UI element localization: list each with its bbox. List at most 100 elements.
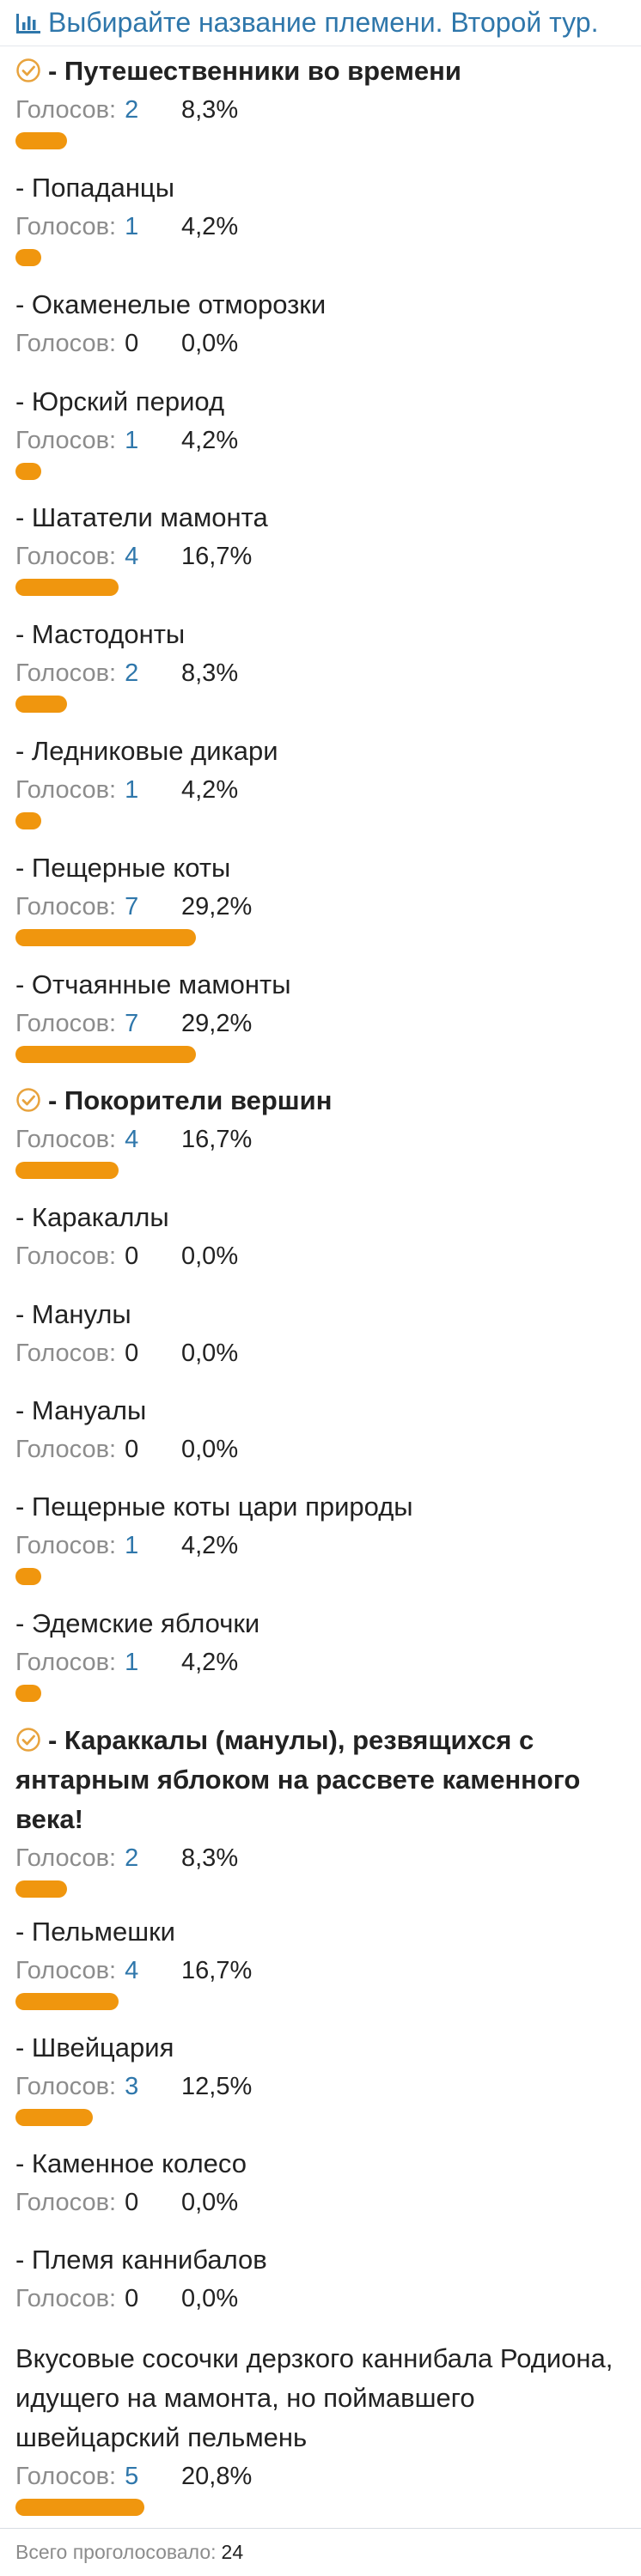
- votes-percent: 0,0%: [181, 1242, 239, 1270]
- votes-percent: 16,7%: [181, 543, 253, 570]
- votes-count: 0: [125, 1340, 139, 1367]
- option-stats: Голосов: 4 16,7%: [15, 1122, 252, 1157]
- option-title: - Племя каннибалов: [15, 2240, 626, 2280]
- option-title-text: - Каменное колесо: [15, 2148, 247, 2178]
- votes-label: Голосов:: [15, 96, 117, 124]
- votes-count[interactable]: 1: [125, 776, 138, 804]
- option-title-text: - Мануалы: [15, 1395, 147, 1425]
- option-title-text: - Эдемские яблочки: [15, 1608, 260, 1638]
- votes-count[interactable]: 4: [125, 1957, 138, 1984]
- votes-count[interactable]: 1: [125, 1532, 138, 1559]
- option-title-text: - Пещерные коты: [15, 853, 231, 883]
- option-title: Вкусовые сосочки дерзкого каннибала Роди…: [15, 2339, 626, 2458]
- option-title: - Пещерные коты: [15, 848, 626, 888]
- votes-label: Голосов:: [15, 1649, 117, 1676]
- votes-count[interactable]: 1: [125, 213, 138, 240]
- option-title-text: - Шататели мамонта: [15, 502, 268, 532]
- option-progress-bar: [15, 463, 41, 480]
- option-progress-bar: [15, 132, 67, 149]
- option-progress-bar: [15, 1568, 41, 1585]
- check-circle-icon: [15, 1724, 41, 1752]
- votes-count[interactable]: 2: [125, 1844, 138, 1872]
- option-stats: Голосов: 3 12,5%: [15, 2069, 252, 2104]
- votes-count: 0: [125, 2285, 139, 2312]
- votes-count: 0: [125, 2189, 139, 2216]
- poll-header[interactable]: Выбирайте название племени. Второй тур.: [0, 0, 641, 46]
- votes-label: Голосов:: [15, 1844, 117, 1872]
- option-stats: Голосов: 4 16,7%: [15, 1953, 252, 1988]
- option-title: - Окаменелые отморозки: [15, 285, 626, 325]
- votes-count[interactable]: 7: [125, 893, 138, 920]
- option-title-text: - Попаданцы: [15, 173, 174, 203]
- votes-label: Голосов:: [15, 2073, 117, 2100]
- votes-percent: 29,2%: [181, 893, 253, 920]
- option-stats: Голосов: 5 20,8%: [15, 2459, 252, 2494]
- votes-count[interactable]: 2: [125, 96, 138, 124]
- option-title-text: - Отчаянные мамонты: [15, 969, 291, 999]
- votes-percent: 16,7%: [181, 1126, 253, 1153]
- option-progress-bar: [15, 249, 41, 266]
- votes-count[interactable]: 1: [125, 427, 138, 454]
- option-progress-bar: [15, 696, 67, 713]
- option-progress-bar: [15, 579, 119, 596]
- votes-percent: 12,5%: [181, 2073, 253, 2100]
- votes-count[interactable]: 4: [125, 543, 138, 570]
- votes-percent: 0,0%: [181, 330, 239, 357]
- option-stats: Голосов: 0 0,0%: [15, 326, 238, 361]
- option-title: - Мастодонты: [15, 615, 626, 654]
- votes-percent: 4,2%: [181, 1649, 239, 1676]
- votes-percent: 0,0%: [181, 2189, 239, 2216]
- option-progress-bar: [15, 2109, 93, 2126]
- votes-label: Голосов:: [15, 2463, 117, 2490]
- votes-label: Голосов:: [15, 1340, 117, 1367]
- option-title: - Попаданцы: [15, 168, 626, 208]
- votes-percent: 29,2%: [181, 1010, 253, 1037]
- option-progress-bar: [15, 1685, 41, 1702]
- votes-percent: 8,3%: [181, 1844, 239, 1872]
- option-title-text: Вкусовые сосочки дерзкого каннибала Роди…: [15, 2343, 614, 2452]
- votes-percent: 16,7%: [181, 1957, 253, 1984]
- option-title-text: - Пельмешки: [15, 1917, 175, 1947]
- option-progress-bar: [15, 1993, 119, 2010]
- option-title-text: - Путешественники во времени: [48, 56, 461, 86]
- option-stats: Голосов: 2 8,3%: [15, 93, 238, 127]
- option-title-text: - Караккалы (манулы), резвящихся с янтар…: [15, 1725, 581, 1834]
- option-stats: Голосов: 0 0,0%: [15, 2185, 238, 2220]
- option-progress-bar: [15, 929, 196, 946]
- votes-count[interactable]: 3: [125, 2073, 138, 2100]
- votes-count[interactable]: 7: [125, 1010, 138, 1037]
- option-stats: Голосов: 1 4,2%: [15, 210, 238, 244]
- votes-label: Голосов:: [15, 330, 117, 357]
- votes-label: Голосов:: [15, 1126, 117, 1153]
- votes-label: Голосов:: [15, 1532, 117, 1559]
- option-title: - Юрский период: [15, 382, 626, 422]
- option-progress-bar: [15, 812, 41, 829]
- votes-label: Голосов:: [15, 893, 117, 920]
- votes-count[interactable]: 5: [125, 2463, 138, 2490]
- votes-percent: 4,2%: [181, 776, 239, 804]
- option-title-text: - Юрский период: [15, 386, 225, 416]
- votes-label: Голосов:: [15, 2189, 117, 2216]
- votes-label: Голосов:: [15, 1242, 117, 1270]
- option-stats: Голосов: 1 4,2%: [15, 1528, 238, 1563]
- votes-count[interactable]: 1: [125, 1649, 138, 1676]
- votes-percent: 20,8%: [181, 2463, 253, 2490]
- total-votes-label: Всего проголосовало:: [15, 2541, 217, 2563]
- option-title-text: - Окаменелые отморозки: [15, 289, 327, 319]
- votes-percent: 4,2%: [181, 213, 239, 240]
- option-progress-bar: [15, 1046, 196, 1063]
- option-stats: Голосов: 4 16,7%: [15, 539, 252, 574]
- votes-count: 0: [125, 1436, 139, 1463]
- poll-footer: Всего проголосовало: 24: [0, 2528, 641, 2576]
- option-title-text: - Пещерные коты цари природы: [15, 1492, 413, 1522]
- option-stats: Голосов: 1 4,2%: [15, 1645, 238, 1680]
- votes-label: Голосов:: [15, 1436, 117, 1463]
- total-votes-count: 24: [221, 2541, 244, 2563]
- option-progress-bar: [15, 2499, 144, 2516]
- option-stats: Голосов: 7 29,2%: [15, 1006, 252, 1041]
- votes-count[interactable]: 2: [125, 659, 138, 687]
- option-title-text: - Племя каннибалов: [15, 2245, 267, 2275]
- votes-count[interactable]: 4: [125, 1126, 138, 1153]
- option-title-text: - Мастодонты: [15, 619, 186, 649]
- option-title-text: - Манулы: [15, 1299, 131, 1329]
